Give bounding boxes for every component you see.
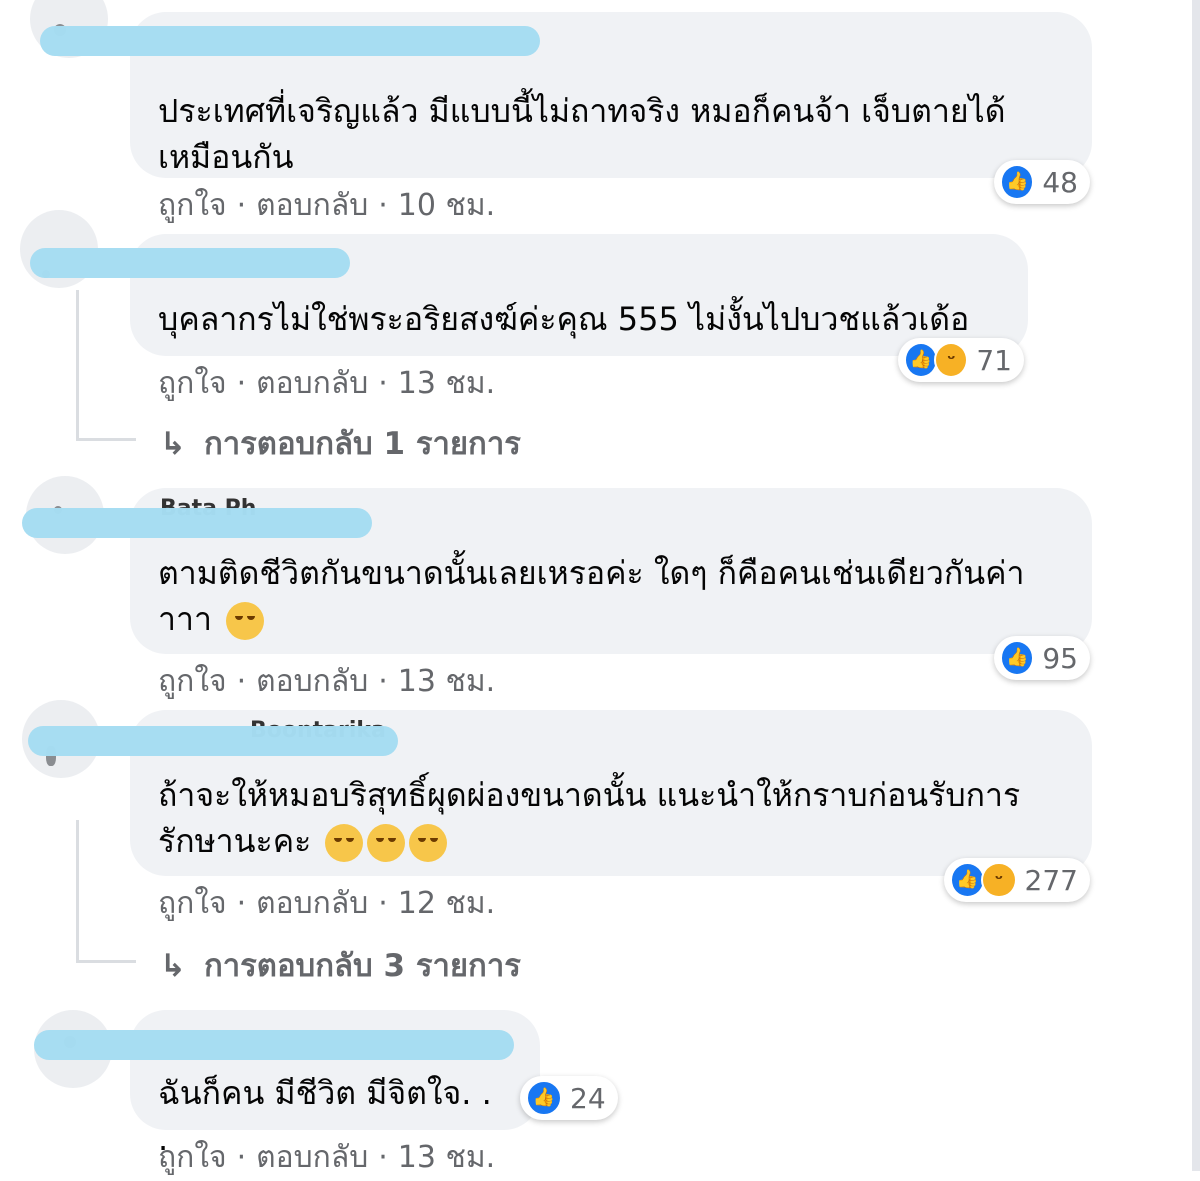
redaction-scribble [34,1030,514,1060]
separator-dot: · [378,664,388,699]
separator-dot: · [378,188,388,223]
replies-label: การตอบกลับ 1 รายการ [203,426,521,462]
haha-icon: ᵕ [981,862,1017,898]
comment-text: ประเทศที่เจริญแล้ว มีแบบนี้ไม่ถาทจริง หม… [158,92,1006,176]
separator-dot: · [236,188,247,223]
reply-arrow-icon: ↳ [160,948,186,984]
like-icon: 👍 [950,862,986,898]
separator-dot: · [236,664,247,699]
reply-link[interactable]: ตอบกลับ [256,1140,368,1175]
relieved-emoji [367,824,406,862]
reply-arrow-icon: ↳ [160,426,186,462]
thread-line [76,290,79,438]
reaction-summary[interactable]: 👍 95 [994,636,1090,680]
like-link[interactable]: ถูกใจ [158,366,227,401]
like-icon: 👍 [1000,640,1035,676]
like-link[interactable]: ถูกใจ [158,664,227,699]
redaction-scribble [22,508,372,538]
reply-link[interactable]: ตอบกลับ [256,366,368,401]
thread-hook [76,438,136,441]
reply-link[interactable]: ตอบกลับ [256,188,368,223]
reaction-summary[interactable]: 👍 24 [520,1076,618,1120]
separator-dot: · [378,1140,388,1175]
reaction-summary[interactable]: 👍 ᵕ 71 [898,338,1024,382]
haha-icon: ᵕ [934,342,969,378]
redaction-scribble [28,726,398,756]
comment-text: ตามติดชีวิตกันขนาดนั้นเลยเหรอค่ะ ใดๆ ก็ค… [158,550,1064,642]
like-link[interactable]: ถูกใจ [158,188,227,223]
like-icon: 👍 [1000,164,1035,200]
reaction-count: 24 [570,1081,606,1115]
comment-actions: ถูกใจ · ตอบกลับ · 10 ชม. [158,182,495,229]
thread-hook [76,960,136,963]
separator-dot: · [236,366,247,401]
comment-text-body: ตามติดชีวิตกันขนาดนั้นเลยเหรอค่ะ ใดๆ ก็ค… [158,554,1025,638]
like-icon: 👍 [526,1080,562,1116]
comment-time[interactable]: 10 ชม. [398,188,495,223]
comment-bubble: ฉันก็คน มีชีวิต มีจิตใจ. . . [130,1010,540,1158]
reaction-summary[interactable]: 👍 ᵕ 277 [944,858,1090,902]
comment-time[interactable]: 12 ชม. [398,886,495,921]
thread-line [76,820,79,960]
comment-actions: ถูกใจ · ตอบกลับ · 13 ชม. [158,360,495,407]
redaction-scribble [30,248,350,278]
rolling-eyes-emoji [226,602,265,640]
redaction-scribble [40,26,540,56]
comment-text: ถ้าจะให้หมอบริสุทธิ์ผุดผ่องขนาดนั้น แนะน… [158,772,1064,864]
comment-text: บุคลากรไม่ใช่พระอริยสงฆ์ค่ะคุณ 555 ไม่งั… [158,300,970,338]
reaction-count: 71 [976,343,1012,377]
comment-time[interactable]: 13 ชม. [398,1140,495,1175]
like-icon: 👍 [904,342,939,378]
reply-link[interactable]: ตอบกลับ [256,886,368,921]
reaction-count: 95 [1042,641,1078,675]
separator-dot: · [378,366,388,401]
page-right-border [1192,0,1200,1171]
comment-time[interactable]: 13 ชม. [398,664,495,699]
reaction-count: 277 [1024,863,1078,897]
comment-time[interactable]: 13 ชม. [398,366,495,401]
relieved-emoji [325,824,364,862]
replies-label: การตอบกลับ 3 รายการ [203,948,521,984]
separator-dot: · [378,886,388,921]
view-replies-link[interactable]: ↳ การตอบกลับ 3 รายการ [160,940,521,990]
comment-actions: ถูกใจ · ตอบกลับ · 12 ชม. [158,880,495,927]
separator-dot: · [236,886,247,921]
comment-actions: ถูกใจ · ตอบกลับ · 13 ชม. [158,658,495,705]
view-replies-link[interactable]: ↳ การตอบกลับ 1 รายการ [160,418,521,468]
comment-actions: ถูกใจ · ตอบกลับ · 13 ชม. [158,1134,495,1181]
comment-text-body: ถ้าจะให้หมอบริสุทธิ์ผุดผ่องขนาดนั้น แนะน… [158,776,1021,860]
like-link[interactable]: ถูกใจ [158,1140,227,1175]
reaction-count: 48 [1042,165,1078,199]
reply-link[interactable]: ตอบกลับ [256,664,368,699]
separator-dot: · [236,1140,247,1175]
reaction-summary[interactable]: 👍 48 [994,160,1090,204]
like-link[interactable]: ถูกใจ [158,886,227,921]
relieved-emoji [409,824,448,862]
